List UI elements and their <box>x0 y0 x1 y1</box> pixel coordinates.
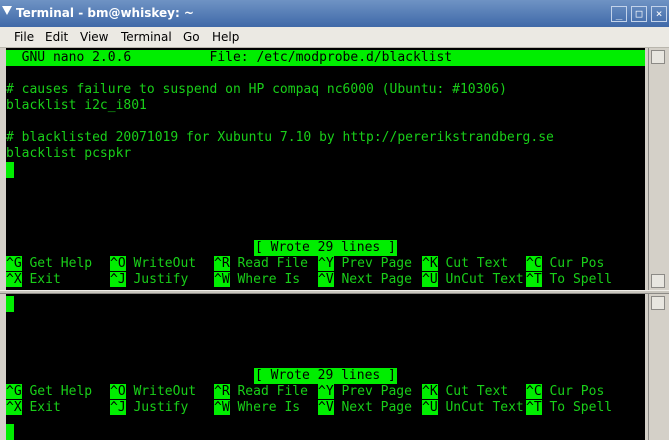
menu-go[interactable]: Go <box>183 30 200 44</box>
shortcut-uncut-text: ^U UnCut Text <box>422 272 524 287</box>
shortcut-to-spell: ^T To Spell <box>526 272 613 287</box>
scroll-down-icon[interactable] <box>651 274 665 288</box>
shortcut-cur-pos: ^C Cur Pos <box>526 384 605 399</box>
scroll-up-icon[interactable] <box>651 50 665 64</box>
file-line: blacklist i2c_i801 <box>6 98 147 113</box>
window-title: Terminal - bm@whiskey: ~ <box>16 6 194 20</box>
file-line: blacklist pcspkr <box>6 146 132 161</box>
terminal-pane-lower[interactable]: [ Wrote 29 lines ] ^G Get Help ^O WriteO… <box>6 294 645 440</box>
file-line: # blacklisted 20071019 for Xubuntu 7.10 … <box>6 130 554 145</box>
status-message: [ Wrote 29 lines ] <box>254 240 397 256</box>
shortcut-writeout: ^O WriteOut <box>110 384 197 399</box>
shortcut-justify: ^J Justify <box>110 400 189 415</box>
close-icon[interactable]: × <box>651 6 667 22</box>
text-cursor <box>6 424 14 440</box>
maximize-icon[interactable]: □ <box>631 6 647 22</box>
shortcut-to-spell: ^T To Spell <box>526 400 613 415</box>
shortcut-read-file: ^R Read File <box>214 256 308 271</box>
shortcut-exit: ^X Exit <box>6 272 61 287</box>
nano-header: GNU nano 2.0.6 File: /etc/modprobe.d/bla… <box>6 50 645 66</box>
menu-help[interactable]: Help <box>212 30 239 44</box>
shortcut-get-help: ^G Get Help <box>6 384 93 399</box>
shortcut-justify: ^J Justify <box>110 272 189 287</box>
terminal-pane-upper[interactable]: GNU nano 2.0.6 File: /etc/modprobe.d/bla… <box>6 48 645 290</box>
menu-edit[interactable]: Edit <box>45 30 68 44</box>
shortcut-prev-page: ^Y Prev Page <box>318 256 412 271</box>
menu-file[interactable]: File <box>14 30 34 44</box>
shortcut-cut-text: ^K Cut Text <box>422 384 509 399</box>
shortcut-uncut-text: ^U UnCut Text <box>422 400 524 415</box>
shortcut-prev-page: ^Y Prev Page <box>318 384 412 399</box>
file-line: # causes failure to suspend on HP compaq… <box>6 82 507 97</box>
text-cursor <box>6 296 14 312</box>
shortcut-where-is: ^W Where Is <box>214 400 301 415</box>
shortcut-cur-pos: ^C Cur Pos <box>526 256 605 271</box>
menu-view[interactable]: View <box>80 30 108 44</box>
shortcut-next-page: ^V Next Page <box>318 272 412 287</box>
scrollbar-upper[interactable] <box>648 48 667 290</box>
shortcut-read-file: ^R Read File <box>214 384 308 399</box>
status-message: [ Wrote 29 lines ] <box>254 368 397 384</box>
scroll-up-icon[interactable] <box>651 296 665 310</box>
title-bar[interactable]: Terminal - bm@whiskey: ~ _ □ × <box>0 0 669 27</box>
menu-terminal[interactable]: Terminal <box>121 30 172 44</box>
shortcut-where-is: ^W Where Is <box>214 272 301 287</box>
minimize-icon[interactable]: _ <box>611 6 627 22</box>
menu-bar: File Edit View Terminal Go Help <box>0 27 669 48</box>
window-menu-icon[interactable] <box>2 6 12 15</box>
shortcut-writeout: ^O WriteOut <box>110 256 197 271</box>
scrollbar-lower[interactable] <box>648 294 667 440</box>
shortcut-next-page: ^V Next Page <box>318 400 412 415</box>
shortcut-get-help: ^G Get Help <box>6 256 93 271</box>
shortcut-exit: ^X Exit <box>6 400 61 415</box>
text-cursor <box>6 162 14 178</box>
shortcut-cut-text: ^K Cut Text <box>422 256 509 271</box>
